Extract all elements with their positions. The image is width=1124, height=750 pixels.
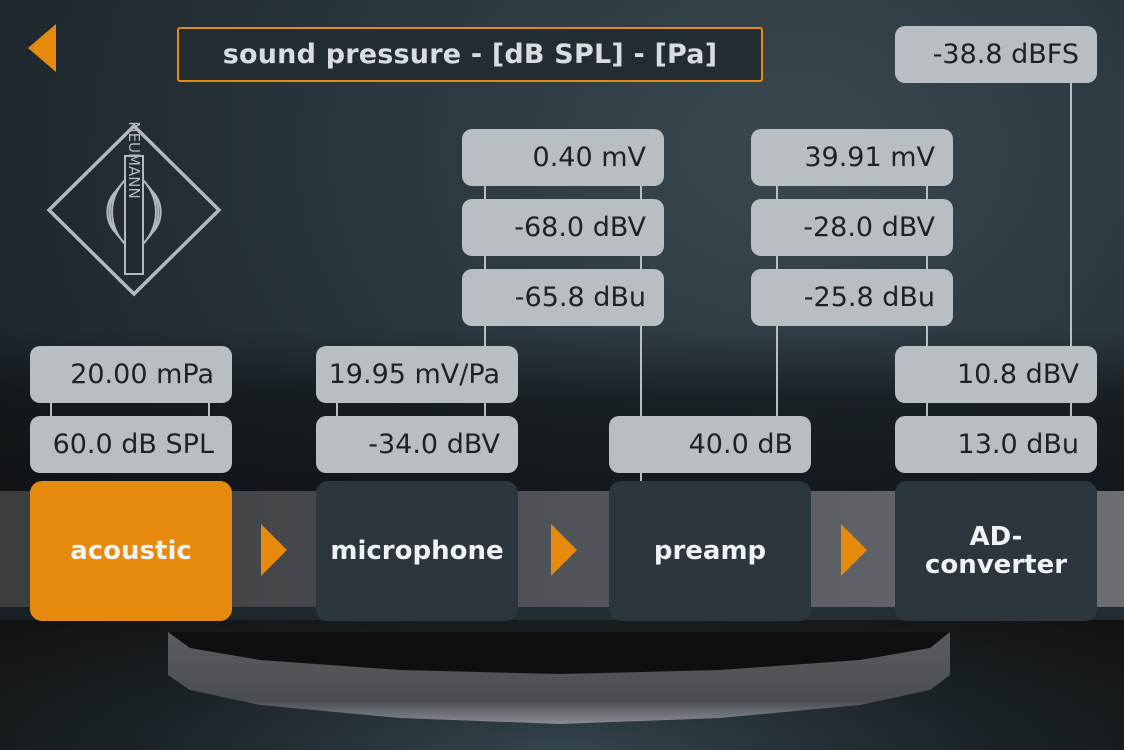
mic-output-dbv-value[interactable]: -68.0 dBV — [462, 199, 664, 256]
connector-line — [926, 326, 928, 347]
mic-sensitivity-value[interactable]: 19.95 mV/Pa — [316, 346, 518, 403]
ad-max-dbv-value[interactable]: 10.8 dBV — [895, 346, 1097, 403]
preamp-output-dbu-value[interactable]: -25.8 dBu — [751, 269, 953, 326]
connector-line — [336, 403, 338, 417]
neumann-logo: NEUMANN — [45, 121, 223, 298]
connector-line — [926, 403, 928, 417]
triangle-left-icon — [28, 24, 56, 72]
triangle-right-icon — [841, 524, 867, 576]
stage-preamp[interactable]: preamp — [609, 481, 811, 621]
measurement-type-selector[interactable]: sound pressure - [dB SPL] - [Pa] — [177, 27, 763, 82]
spl-value[interactable]: 60.0 dB SPL — [30, 416, 232, 473]
mic-output-mv-value[interactable]: 0.40 mV — [462, 129, 664, 186]
preamp-output-dbv-value[interactable]: -28.0 dBV — [751, 199, 953, 256]
connector-line — [484, 186, 486, 200]
stage-ad-converter[interactable]: AD- converter — [895, 481, 1097, 621]
logo-text: NEUMANN — [125, 122, 143, 199]
connector-line — [484, 256, 486, 270]
page-title: sound pressure - [dB SPL] - [Pa] — [222, 39, 718, 70]
ad-dbfs-value[interactable]: -38.8 dBFS — [895, 26, 1097, 83]
connector-line — [1070, 82, 1072, 347]
mic-output-dbu-value[interactable]: -65.8 dBu — [462, 269, 664, 326]
ad-max-dbu-value[interactable]: 13.0 dBu — [895, 416, 1097, 473]
stage-microphone[interactable]: microphone — [316, 481, 518, 621]
pressure-value[interactable]: 20.00 mPa — [30, 346, 232, 403]
stage-label-line1: AD- — [969, 522, 1023, 552]
connector-line — [776, 186, 778, 200]
stand-base-graphic — [168, 632, 950, 724]
stage-label-line2: converter — [924, 550, 1068, 580]
connector-line — [1070, 403, 1072, 417]
connector-line — [208, 403, 210, 417]
stage-acoustic[interactable]: acoustic — [30, 481, 232, 621]
connector-line — [640, 186, 642, 200]
preamp-output-mv-value[interactable]: 39.91 mV — [751, 129, 953, 186]
triangle-right-icon — [551, 524, 577, 576]
preamp-gain-value[interactable]: 40.0 dB — [609, 416, 811, 473]
triangle-right-icon — [261, 524, 287, 576]
connector-line — [926, 256, 928, 270]
connector-line — [776, 326, 778, 417]
connector-line — [50, 403, 52, 417]
back-button[interactable] — [22, 22, 62, 74]
connector-line — [926, 186, 928, 200]
connector-line — [776, 256, 778, 270]
mic-sensitivity-dbv-value[interactable]: -34.0 dBV — [316, 416, 518, 473]
